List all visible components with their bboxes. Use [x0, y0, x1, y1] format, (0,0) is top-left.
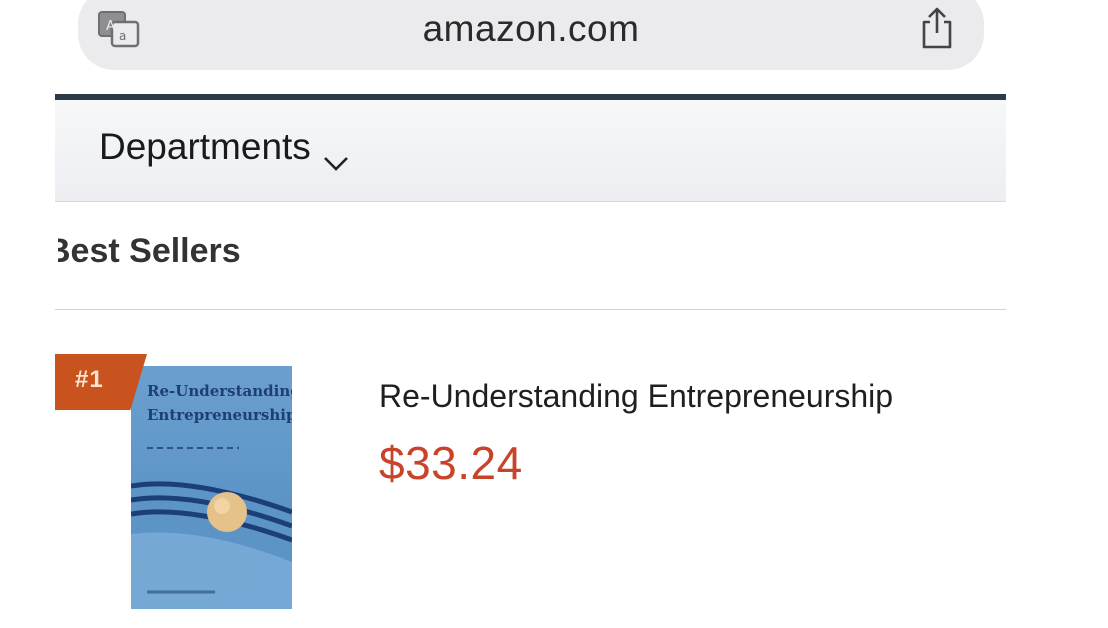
- rank-label: #1: [75, 366, 104, 393]
- cover-title-line2: Entrepreneurship: [147, 406, 292, 424]
- product-title[interactable]: Re-Understanding Entrepreneurship: [379, 378, 893, 415]
- address-bar[interactable]: A a amazon.com: [78, 0, 984, 70]
- book-cover-image[interactable]: Re-Understanding Entrepreneurship: [131, 366, 292, 609]
- cover-title-line1: Re-Understanding: [147, 382, 292, 400]
- section-divider: [55, 309, 1006, 310]
- share-icon[interactable]: [918, 5, 956, 51]
- departments-label: Departments: [99, 126, 311, 167]
- departments-dropdown[interactable]: Departments: [99, 126, 351, 171]
- product-list-item[interactable]: #1 Re-Understanding Entrepreneurship Re-…: [55, 352, 1006, 628]
- chevron-down-icon: [321, 140, 351, 171]
- best-sellers-label: Best Sellers: [58, 232, 241, 270]
- url-domain[interactable]: amazon.com: [78, 8, 984, 50]
- section-title: Best Sellers: [58, 232, 248, 271]
- product-price: $33.24: [379, 437, 523, 489]
- departments-header: Departments: [55, 94, 1006, 202]
- page: A a amazon.com Departments Best Sellers: [0, 0, 1108, 628]
